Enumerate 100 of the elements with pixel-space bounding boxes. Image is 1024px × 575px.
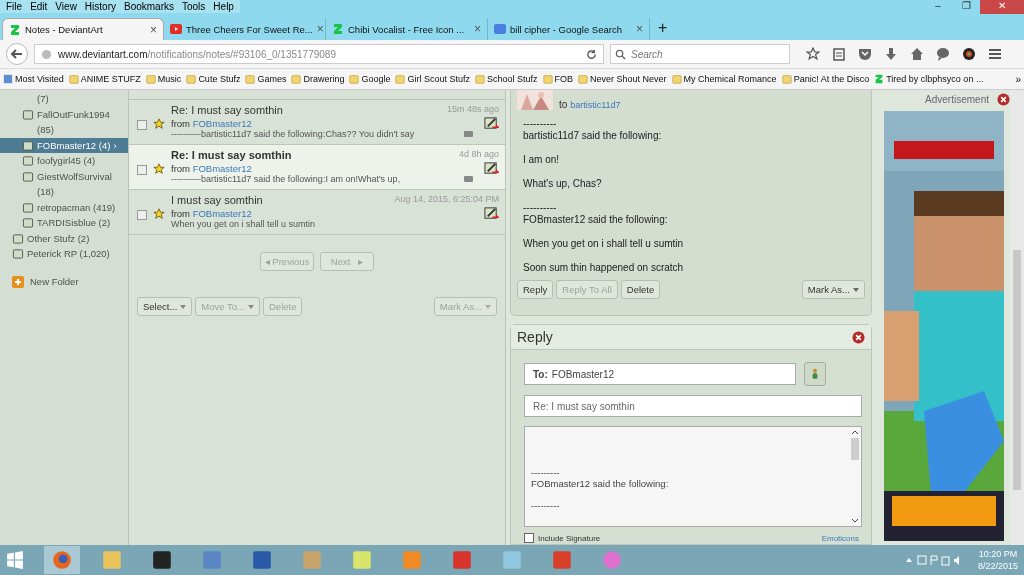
back-button[interactable] — [6, 43, 28, 65]
folder-item[interactable]: Other Stufz (2) — [0, 230, 128, 246]
pocket-icon[interactable] — [858, 47, 872, 61]
menu-item[interactable]: Edit — [26, 0, 52, 13]
message-card: to bartistic11d7 ---------- bartistic11d7 said the following: I am on! What's up, Chas? ---------- FOBmaster12 said the following: When you get on i shall tell u sumtin Soon sum thin happened on scratch Reply Reply To All Delete Mark As... — [510, 90, 872, 316]
contacts-button[interactable] — [804, 362, 826, 386]
bookmark[interactable]: School Stufz — [475, 74, 538, 84]
close-tab-button[interactable]: × — [636, 22, 643, 36]
bookmark[interactable]: FOB — [542, 74, 574, 84]
message-field[interactable]: --------- FOBmaster12 said the following: --------- — [524, 426, 862, 527]
message-action-button[interactable]: Delete — [620, 280, 661, 299]
bookmark[interactable]: Music — [145, 74, 182, 84]
menu-item[interactable]: Help — [209, 0, 238, 13]
folder-item[interactable]: retropacman (419) — [0, 199, 128, 215]
folder-item[interactable]: TARDISisblue (2) — [0, 215, 128, 231]
zigzag-icon — [332, 23, 344, 35]
checkbox[interactable] — [137, 165, 147, 175]
folder-item[interactable]: GiestWolfSurvival — [0, 168, 128, 184]
action-button[interactable]: Select... — [137, 297, 193, 316]
download-icon[interactable] — [884, 47, 898, 61]
star-icon[interactable] — [153, 208, 165, 220]
browser-tab[interactable]: Notes - DeviantArt × — [2, 18, 164, 40]
windows-start-icon[interactable] — [6, 551, 24, 569]
bookmark[interactable]: Panic! At the Disco — [781, 74, 870, 84]
window-control-button[interactable]: ❐ — [952, 0, 980, 14]
caret-icon — [485, 304, 491, 309]
zigzag-icon — [874, 74, 885, 84]
menu-icon[interactable] — [988, 47, 1002, 61]
menu-item[interactable]: View — [51, 0, 81, 13]
checkbox[interactable] — [137, 120, 147, 130]
star-icon[interactable] — [806, 47, 820, 61]
bookmark[interactable]: Never Shout Never — [578, 74, 667, 84]
close-icon[interactable] — [852, 330, 865, 344]
globe-icon — [41, 48, 52, 60]
note-row[interactable]: Re: I must say somthin from FOBmaster12 ----------bartistic11d7 said the following:I am on!What's up, 4d 8h ago — [129, 145, 505, 190]
close-icon[interactable] — [997, 92, 1010, 106]
pencil-note-icon[interactable] — [484, 116, 499, 131]
panel-title: Reply — [517, 329, 553, 345]
caret-icon — [180, 304, 187, 309]
bookmark[interactable]: Google — [349, 74, 391, 84]
scroll-up-icon[interactable] — [851, 430, 859, 435]
star-icon[interactable] — [153, 163, 165, 175]
zigzag-icon — [9, 23, 21, 36]
pencil-note-icon[interactable] — [484, 161, 499, 176]
mark-as-button[interactable]: Mark As... — [801, 280, 865, 299]
scroll-down-icon[interactable] — [851, 518, 859, 523]
folder-item[interactable]: FOBmaster12 (4) › — [0, 137, 128, 153]
checkbox[interactable] — [137, 210, 147, 220]
chat-icon[interactable] — [936, 47, 950, 61]
folder-item[interactable]: foofygirl45 (4) — [0, 153, 128, 169]
clipboard-icon[interactable] — [832, 47, 846, 61]
more-bookmarks-button[interactable]: » — [1015, 73, 1021, 85]
bookmark[interactable]: ANIME STUFZ — [68, 74, 141, 84]
folder-item[interactable]: (18) — [0, 184, 128, 200]
ad-label: Advertisement — [925, 93, 989, 105]
message-paragraph: Soon sum thin happened on scratch — [523, 262, 685, 274]
person-icon — [811, 368, 819, 380]
star-icon[interactable] — [153, 118, 165, 130]
bookmark[interactable]: Drawering — [291, 74, 345, 84]
close-tab-button[interactable]: × — [316, 22, 324, 36]
recipient-field[interactable]: To: FOBmaster12 — [524, 363, 796, 385]
scrollbar-thumb[interactable] — [851, 438, 859, 460]
checkbox-label: Include Signature — [538, 533, 601, 543]
menu-item[interactable]: Tools — [178, 0, 210, 13]
reload-icon[interactable] — [586, 48, 597, 60]
window-control-button[interactable]: – — [924, 0, 952, 14]
window-control-button[interactable]: ✕ — [980, 0, 1024, 14]
message-paragraph: ---------- bartistic11d7 said the following: — [523, 118, 663, 142]
message-paragraph: ---------- FOBmaster12 said the following: — [523, 202, 669, 226]
checkbox[interactable] — [524, 533, 534, 543]
note-row[interactable]: I must say somthin from FOBmaster12 When you get on i shall tell u sumtin Aug 14, 2015, 6:25:04 PM — [129, 190, 505, 235]
menu-item[interactable]: History — [80, 0, 120, 13]
home-icon[interactable] — [910, 47, 924, 61]
bookmark[interactable]: Tired by clbphsyco on ... — [874, 74, 984, 84]
close-tab-button[interactable]: × — [474, 22, 481, 36]
message-action-button[interactable]: Reply — [517, 280, 554, 299]
color-wheel-icon[interactable] — [962, 47, 976, 61]
new-folder-button[interactable]: New Folder — [12, 275, 128, 288]
bookmark[interactable]: Girl Scout Stufz — [395, 74, 470, 84]
message-paragraph: When you get on i shall tell u sumtin — [523, 238, 685, 250]
pencil-note-icon[interactable] — [484, 206, 499, 221]
bookmark[interactable]: Most Visited — [3, 74, 64, 84]
bookmark[interactable]: Cute Stufz — [186, 74, 241, 84]
new-tab-button[interactable]: + — [650, 19, 676, 40]
folder-item[interactable]: (85) — [0, 122, 128, 138]
bookmark[interactable]: My Chemical Romance — [671, 74, 777, 84]
close-tab-button[interactable]: × — [150, 22, 157, 37]
plus-icon — [12, 275, 24, 288]
menu-item[interactable]: Bookmarks — [120, 0, 178, 13]
search-field[interactable]: Search — [610, 44, 790, 64]
folder-item[interactable]: (7) — [0, 91, 128, 107]
scrollbar-thumb[interactable] — [1013, 250, 1021, 490]
menu-item[interactable]: File — [2, 0, 27, 13]
subject-field[interactable]: Re: I must say somthin — [524, 395, 862, 417]
address-bar[interactable]: www.deviantart.com/notifications/notes/#93106_0/1351779089 — [34, 44, 604, 64]
folder-item[interactable]: FallOutFunk1994 — [0, 106, 128, 122]
bookmark[interactable]: Games — [245, 74, 287, 84]
emoticons-link[interactable]: Emoticons — [821, 533, 859, 543]
caret-icon — [248, 304, 254, 309]
folder-item[interactable]: Peterick RP (1,020) — [0, 246, 128, 262]
